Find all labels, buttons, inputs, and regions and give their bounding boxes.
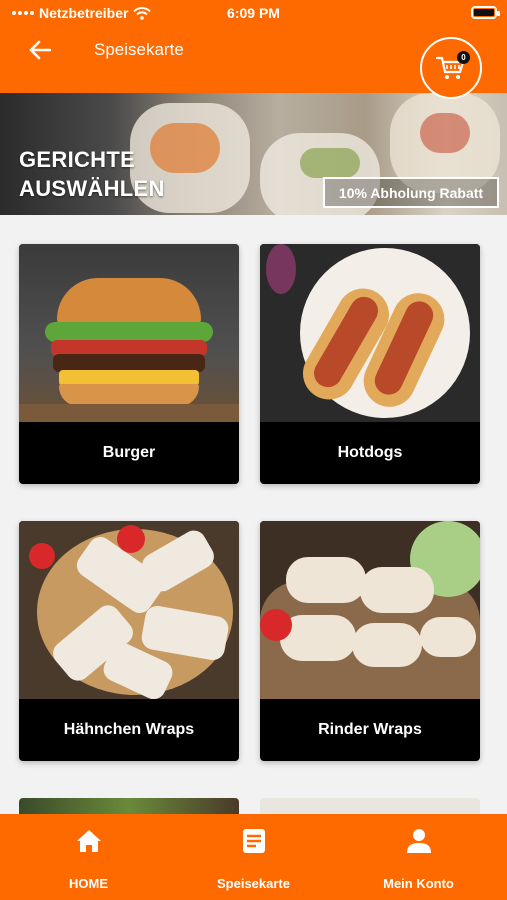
page-title: Speisekarte (94, 40, 184, 59)
category-label: Hotdogs (337, 444, 403, 461)
status-bar: Netzbetreiber 6:09 PM (0, 0, 507, 26)
nav-label: HOME (69, 876, 108, 891)
category-card-burger[interactable]: Burger (19, 244, 239, 484)
status-time: 6:09 PM (227, 5, 280, 21)
chicken-wraps-image (19, 521, 239, 699)
category-card-hotdogs[interactable]: Hotdogs (260, 244, 480, 484)
bottom-navigation: HOME Speisekarte Mein Konto (0, 814, 507, 900)
nav-home[interactable]: HOME (4, 814, 173, 900)
category-label: Hähnchen Wraps (63, 721, 195, 738)
hotdogs-image (260, 244, 480, 422)
menu-list-icon (242, 829, 265, 853)
beef-wraps-image (260, 521, 480, 699)
hero-title: GERICHTE AUSWÄHLEN (19, 145, 165, 203)
category-card-rinder-wraps[interactable]: Rinder Wraps (260, 521, 480, 761)
cart-count-badge: 0 (457, 51, 470, 64)
person-icon (406, 829, 431, 853)
nav-label: Mein Konto (383, 876, 454, 891)
hero-title-line1: GERICHTE (19, 147, 136, 172)
burger-image (19, 244, 239, 422)
hero-title-line2: AUSWÄHLEN (19, 176, 165, 201)
category-card-haehnchen-wraps[interactable]: Hähnchen Wraps (19, 521, 239, 761)
cart-button[interactable]: 0 (420, 37, 482, 99)
nav-label: Speisekarte (217, 876, 290, 891)
nav-mein-konto[interactable]: Mein Konto (334, 814, 503, 900)
hero-banner: GERICHTE AUSWÄHLEN 10% Abholung Rabatt (0, 93, 507, 215)
arrow-left-icon (29, 40, 51, 60)
category-label: Burger (102, 444, 156, 461)
back-button[interactable] (26, 36, 54, 64)
nav-speisekarte[interactable]: Speisekarte (169, 814, 338, 900)
category-label: Rinder Wraps (318, 721, 422, 738)
battery-icon (471, 6, 500, 19)
discount-badge: 10% Abholung Rabatt (323, 177, 499, 208)
home-icon (76, 830, 101, 852)
